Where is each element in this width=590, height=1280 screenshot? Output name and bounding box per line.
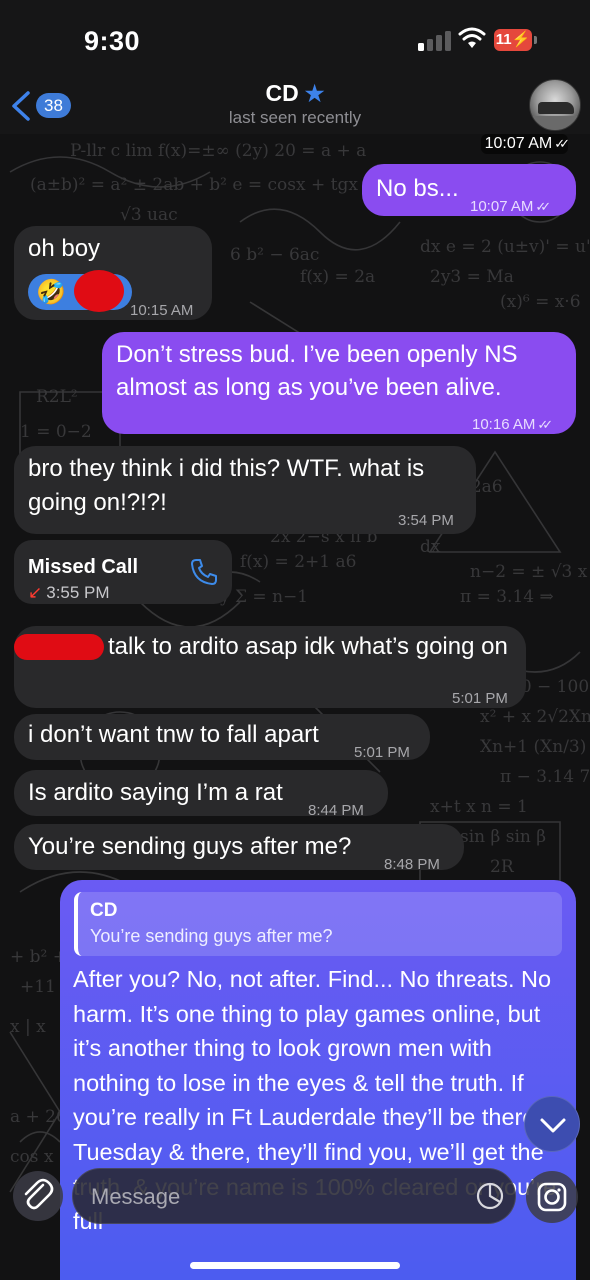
battery-indicator: 11⚡ [494, 29, 532, 51]
outgoing-message[interactable]: Don’t stress bud. I’ve been openly NS al… [102, 332, 576, 434]
svg-text:(x)⁶ = x·6: (x)⁶ = x·6 [500, 292, 581, 312]
battery-level: 11 [495, 31, 512, 48]
status-time: 9:30 [84, 26, 141, 56]
svg-text:π − 3.14 7: π − 3.14 7 [500, 767, 590, 787]
incoming-message[interactable]: Is ardito saying I’m a rat 8:44 PM [14, 770, 388, 819]
contact-last-seen: last seen recently [228, 108, 362, 127]
attach-button[interactable] [13, 1171, 63, 1221]
read-checkmarks-icon: ✓✓ [554, 136, 570, 151]
quoted-message[interactable]: CD You’re sending guys after me? [74, 892, 562, 956]
avatar-road-shape [530, 116, 580, 130]
quoted-author: CD [90, 900, 118, 921]
contact-name[interactable]: CD ★ [0, 80, 590, 107]
incoming-message[interactable]: bro they think i did this? WTF. what is … [14, 446, 476, 534]
svg-text:2y3 = Ma: 2y3 = Ma [430, 267, 514, 287]
incoming-message[interactable]: You’re sending guys after me? 8:48 PM [14, 824, 464, 873]
svg-text:Xn+1 (Xn/3): Xn+1 (Xn/3) [480, 737, 586, 757]
svg-text:sin β sin β: sin β sin β [460, 827, 546, 847]
message-field[interactable] [72, 1168, 516, 1224]
star-icon: ★ [304, 81, 325, 106]
message-time: 5:01 PM [452, 690, 508, 707]
avatar-car-shape [538, 102, 574, 114]
message-time: 10:16 AM ✓✓ [472, 408, 553, 442]
instagram-camera-icon [537, 1182, 567, 1212]
message-text: Is ardito saying I’m a rat [28, 779, 283, 806]
message-text: No bs... [376, 175, 459, 202]
sticker-clock-icon[interactable] [475, 1181, 505, 1211]
emoji-reaction: 🤣 [28, 270, 132, 312]
quoted-text: You’re sending guys after me? [90, 926, 333, 946]
message-time-text: 10:07 AM [484, 135, 553, 152]
missed-call-arrow-icon: ↙ [28, 583, 43, 602]
svg-text:R2L²: R2L² [36, 387, 78, 407]
svg-text:f(x) = 2a: f(x) = 2a [300, 267, 375, 287]
scroll-to-bottom-button[interactable] [524, 1096, 580, 1152]
svg-text:2R: 2R [490, 857, 515, 877]
svg-text:P-llr c lim f(x)=±∞ (2y) 20 =: P-llr c lim f(x)=±∞ (2y) 20 = a + a [70, 141, 366, 161]
missed-call-time-text: 3:55 PM [46, 583, 110, 602]
wifi-icon [458, 27, 486, 48]
redaction-mark [74, 270, 124, 312]
svg-text:x | x: x | x [10, 1017, 46, 1037]
battery-nub [534, 36, 537, 44]
message-text: talk to ardito asap idk what’s going on [108, 633, 508, 660]
message-time-text: 10:16 AM [472, 416, 536, 433]
svg-text:dx: dx [420, 537, 441, 557]
message-time: 8:44 PM [308, 802, 364, 819]
read-checkmarks-icon: ✓✓ [535, 199, 551, 214]
svg-text:dx e = 2 (u±v)' = u' ± v': dx e = 2 (u±v)' = u' ± v' [420, 237, 590, 257]
read-checkmarks-icon: ✓✓ [537, 417, 553, 432]
svg-text:√3 uac: √3 uac [120, 205, 178, 225]
contact-avatar[interactable] [529, 79, 581, 131]
svg-text:y Σ = n−1: y Σ = n−1 [219, 587, 308, 607]
svg-text:x+t x n = 1: x+t x n = 1 [430, 797, 528, 817]
svg-text:f(x) = 2+1 a6: f(x) = 2+1 a6 [240, 552, 356, 572]
laughing-emoji-icon: 🤣 [36, 279, 66, 306]
message-input[interactable] [91, 1181, 451, 1213]
contact-name-text: CD [265, 80, 299, 106]
message-time: 3:54 PM [398, 512, 454, 529]
chevron-down-icon [540, 1118, 566, 1133]
message-text: You’re sending guys after me? [28, 833, 352, 860]
camera-button[interactable] [526, 1171, 578, 1223]
home-indicator [190, 1262, 400, 1269]
incoming-message[interactable]: talk to ardito asap idk what’s going on … [14, 626, 526, 708]
message-time: 10:07 AM ✓✓ [480, 134, 570, 154]
message-text: Don’t stress bud. I’ve been openly NS al… [116, 341, 518, 401]
status-bar: 9:30 11⚡ [0, 0, 590, 72]
svg-text:+11: +11 [20, 977, 56, 997]
message-time: 10:07 AM ✓✓ [470, 190, 551, 224]
svg-text:(a±b)² = a² ± 2ab + b² e = c: (a±b)² = a² ± 2ab + b² e = cosx + tgx [30, 175, 358, 195]
svg-text:6 b² − 6ac: 6 b² − 6ac [230, 245, 319, 265]
missed-call-time: ↙ 3:55 PM [28, 576, 110, 610]
message-text: oh boy [28, 235, 101, 262]
incoming-message[interactable]: i don’t want tnw to fall apart 5:01 PM [14, 714, 430, 761]
message-text: i don’t want tnw to fall apart [28, 721, 319, 748]
cellular-signal-icon [418, 31, 454, 51]
message-time: 5:01 PM [354, 744, 410, 761]
svg-text:π = 3.14 ⇒: π = 3.14 ⇒ [460, 587, 554, 607]
outgoing-message[interactable]: No bs... 10:07 AM ✓✓ [362, 164, 576, 216]
phone-icon[interactable] [188, 556, 220, 588]
chat-header: 38 CD ★ last seen recently [0, 72, 590, 134]
svg-text:1 = 0−2: 1 = 0−2 [20, 422, 92, 442]
paperclip-icon [24, 1178, 54, 1210]
message-time-text: 10:07 AM [470, 198, 534, 215]
incoming-message[interactable]: oh boy 🤣 10:15 AM [14, 226, 212, 320]
message-time: 10:15 AM [130, 302, 194, 319]
message-time: 8:48 PM [384, 856, 440, 873]
missed-call-message[interactable]: Missed Call ↙ 3:55 PM [14, 540, 232, 604]
svg-text:n−2 = ± √3 x: n−2 = ± √3 x [470, 562, 588, 582]
